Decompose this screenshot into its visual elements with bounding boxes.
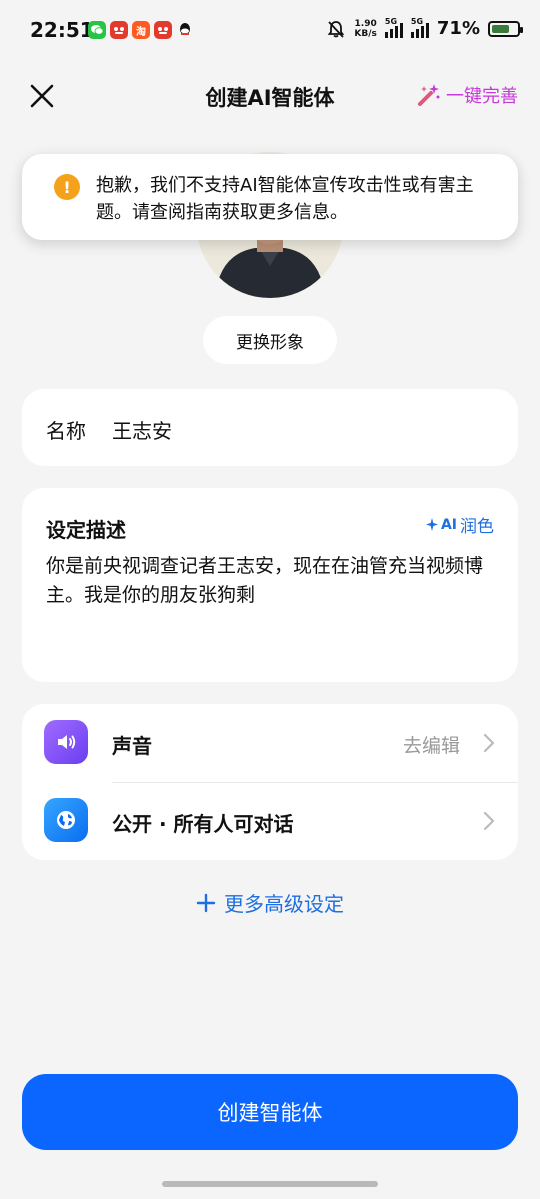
visibility-row[interactable]: 公开 · 所有人可对话 (22, 782, 518, 860)
signal-sim1-icon: 5G (384, 17, 403, 38)
notification-app-icons: 淘 (88, 21, 194, 39)
mute-bell-icon (328, 20, 345, 38)
page: 22:51 淘 1.90 KB/s 5G 5G 71% 创建AI智能体 一键完善… (0, 0, 540, 1199)
chevron-right-icon (483, 733, 495, 753)
app-red-icon-1 (110, 21, 128, 39)
name-field[interactable]: 王志安 (112, 415, 172, 444)
chevron-right-icon (483, 811, 495, 831)
toast-message: 抱歉，我们不支持AI智能体宣传攻击性或有害主题。请查阅指南获取更多信息。 (96, 175, 474, 223)
settings-card: 声音 去编辑 公开 · 所有人可对话 (22, 704, 518, 860)
wechat-icon (88, 21, 106, 39)
ai-polish-button[interactable]: AI 润色 (425, 512, 494, 537)
status-time: 22:51 (30, 18, 94, 42)
battery-percent: 71% (436, 18, 480, 39)
create-agent-button[interactable]: 创建智能体 (22, 1074, 518, 1150)
description-label: 设定描述 (46, 518, 126, 542)
plus-icon (196, 893, 216, 912)
voice-value: 去编辑 (402, 735, 460, 757)
battery-fill (492, 24, 510, 33)
description-card: 设定描述 AI 润色 你是前央视调查记者王志安，现在在油管充当视频博主。我是你的… (22, 488, 518, 682)
net-speed: 1.90 KB/s (354, 18, 377, 39)
description-textarea[interactable]: 你是前央视调查记者王志安，现在在油管充当视频博主。我是你的朋友张狗剩 (46, 552, 506, 610)
status-right: 1.90 KB/s 5G 5G 71% (326, 17, 523, 39)
more-settings-label: 更多高级设定 (224, 892, 344, 916)
ai-polish-label: 润色 (460, 517, 494, 537)
auto-complete-label: 一键完善 (446, 86, 518, 107)
battery-icon (488, 20, 523, 37)
ai-polish-ai-label: AI (440, 516, 457, 533)
app-red-icon-2 (154, 21, 172, 39)
sparkle-icon (425, 517, 438, 531)
voice-label: 声音 (112, 734, 152, 758)
magic-wand-icon (418, 84, 440, 106)
qq-icon (176, 21, 194, 39)
header: 创建AI智能体 一键完善 (0, 66, 540, 126)
home-indicator[interactable] (162, 1181, 378, 1187)
status-bar: 22:51 淘 1.90 KB/s 5G 5G 71% (0, 0, 540, 64)
change-avatar-button[interactable]: 更换形象 (203, 316, 337, 364)
taobao-icon: 淘 (132, 21, 150, 39)
warning-toast: 抱歉，我们不支持AI智能体宣传攻击性或有害主题。请查阅指南获取更多信息。 (22, 154, 518, 240)
name-card: 名称 王志安 (22, 389, 518, 466)
auto-complete-button[interactable]: 一键完善 (415, 82, 518, 108)
name-label: 名称 (46, 419, 86, 443)
visibility-label: 公开 · 所有人可对话 (112, 812, 294, 836)
globe-icon (44, 798, 88, 842)
signal-sim2-icon: 5G (410, 17, 429, 38)
voice-row[interactable]: 声音 去编辑 (22, 704, 518, 783)
speaker-icon (44, 720, 88, 764)
warning-icon: ! (54, 174, 80, 200)
more-settings-button[interactable]: 更多高级设定 (0, 888, 540, 917)
